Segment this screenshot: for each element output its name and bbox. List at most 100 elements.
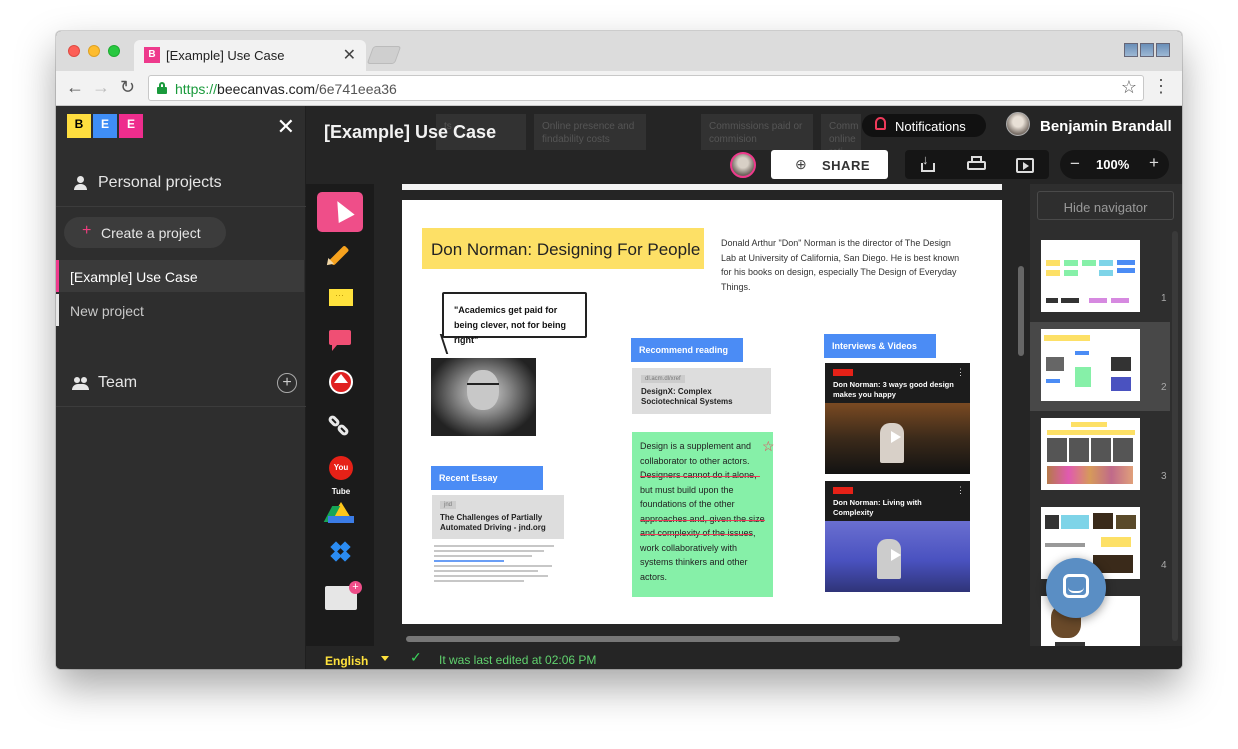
forward-arrow-icon[interactable]: → xyxy=(92,77,110,98)
profile-icons[interactable] xyxy=(1124,43,1170,57)
browser-menu-icon[interactable]: ⋮ xyxy=(1152,76,1170,97)
video-card[interactable]: ⋮ Don Norman: Living with Complexity xyxy=(825,481,970,592)
sticky-note-tool[interactable] xyxy=(317,278,363,318)
essay-link-card[interactable]: jnd The Challenges of Partially Automate… xyxy=(432,495,564,587)
sidebar-item-example-use-case[interactable]: [Example] Use Case xyxy=(56,260,304,292)
personal-projects-label: Personal projects xyxy=(98,174,222,191)
sticky-note-icon xyxy=(329,289,353,306)
designx-link-card[interactable]: dl.acm.dl/xref DesignX: Complex Sociotec… xyxy=(632,368,771,414)
page-thumbnail-1[interactable]: 1 xyxy=(1030,233,1170,322)
personal-projects-section[interactable]: Personal projects xyxy=(56,161,306,207)
more-options-icon[interactable]: ⋮ xyxy=(956,367,965,378)
link-title: The Challenges of Partially Automated Dr… xyxy=(440,513,546,532)
title-sticky[interactable]: Don Norman: Designing For People xyxy=(422,228,704,269)
quote-text: "Academics get paid for being clever, no… xyxy=(454,305,567,345)
play-icon[interactable] xyxy=(891,431,901,443)
page-thumbnail-3[interactable]: 3 xyxy=(1030,411,1170,500)
google-drive-tool[interactable] xyxy=(317,492,363,532)
share-button[interactable]: ⊕ SHARE xyxy=(771,150,888,179)
sidebar-close-icon[interactable]: ✕ xyxy=(277,114,295,140)
user-avatar[interactable] xyxy=(1006,112,1030,136)
browser-titlebar: B [Example] Use Case ✕ xyxy=(56,31,1182,71)
recent-essay-tag[interactable]: Recent Essay xyxy=(431,466,543,490)
url-path: /6e741eea36 xyxy=(315,81,397,97)
team-icon xyxy=(72,375,89,391)
create-project-button[interactable]: + Create a project xyxy=(64,217,226,248)
page-thumbnail-2[interactable]: 2 xyxy=(1030,322,1170,411)
browser-tab[interactable]: B [Example] Use Case ✕ xyxy=(134,40,366,71)
add-person-icon: ⊕ xyxy=(795,156,807,172)
pencil-tool[interactable] xyxy=(317,236,363,276)
team-label: Team xyxy=(98,374,138,391)
board[interactable]: Don Norman: Designing For People Donald … xyxy=(402,200,1002,624)
notifications-button[interactable]: Notifications xyxy=(862,114,986,137)
quote-bubble[interactable]: "Academics get paid for being clever, no… xyxy=(442,292,587,345)
portrait-image[interactable] xyxy=(431,358,536,436)
canvas[interactable]: Don Norman: Designing For People Donald … xyxy=(374,184,1030,646)
board-title: Don Norman: Designing For People xyxy=(431,240,701,259)
cursor-icon xyxy=(329,196,355,224)
description-text[interactable]: Donald Arthur "Don" Norman is the direct… xyxy=(721,236,965,294)
link-source: jnd xyxy=(440,501,457,509)
window-zoom-dot[interactable] xyxy=(108,45,120,57)
play-icon[interactable] xyxy=(891,549,901,561)
chat-icon xyxy=(1063,574,1089,598)
collaborator-avatar[interactable] xyxy=(730,152,756,178)
back-arrow-icon[interactable]: ← xyxy=(66,77,84,98)
folder-tool[interactable]: + xyxy=(317,576,363,616)
green-sticky-note[interactable]: Design is a supplement and collaborator … xyxy=(632,432,773,597)
presentation-icon[interactable] xyxy=(1012,154,1038,176)
logo-letter-b: B xyxy=(67,114,91,138)
add-team-icon[interactable]: + xyxy=(277,373,297,393)
new-tab-button[interactable] xyxy=(366,46,402,64)
share-label: SHARE xyxy=(822,158,871,173)
beecanvas-logo[interactable]: B E E xyxy=(67,114,143,138)
youtube-badge-icon xyxy=(833,369,853,376)
youtube-tool[interactable]: You Tube xyxy=(317,448,363,496)
logo-letter-e2: E xyxy=(119,114,143,138)
url-text[interactable]: https://beecanvas.com/6e741eea36 xyxy=(175,81,397,97)
language-selector[interactable]: English xyxy=(325,654,368,668)
tab-close-icon[interactable]: ✕ xyxy=(343,45,356,65)
zoom-out-button[interactable]: − xyxy=(1070,154,1080,174)
link-tool[interactable] xyxy=(317,406,363,446)
window-minimize-dot[interactable] xyxy=(88,45,100,57)
horizontal-scrollbar[interactable] xyxy=(406,636,900,642)
project-label: [Example] Use Case xyxy=(70,269,198,285)
document-title[interactable]: [Example] Use Case xyxy=(324,122,496,143)
page-number: 1 xyxy=(1161,293,1167,304)
comment-tool[interactable] xyxy=(317,320,363,360)
upload-tool[interactable] xyxy=(317,362,363,402)
vertical-scrollbar[interactable] xyxy=(1018,266,1024,356)
chevron-down-icon[interactable] xyxy=(381,656,389,661)
download-icon[interactable]: ↓ xyxy=(916,152,942,176)
page-number: 4 xyxy=(1161,560,1167,571)
interviews-videos-tag[interactable]: Interviews & Videos xyxy=(824,334,936,358)
bookmark-star-icon[interactable]: ☆ xyxy=(1121,77,1137,98)
favicon-icon: B xyxy=(144,47,160,63)
navigator-scrollbar[interactable] xyxy=(1172,231,1178,641)
zoom-in-button[interactable]: + xyxy=(1149,153,1159,173)
print-icon[interactable] xyxy=(964,154,990,176)
chat-support-button[interactable] xyxy=(1046,558,1106,618)
hide-navigator-button[interactable]: Hide navigator xyxy=(1037,191,1174,220)
check-icon: ✓ xyxy=(410,649,422,665)
window-close-dot[interactable] xyxy=(68,45,80,57)
background-card: Comm online rati xyxy=(821,114,861,158)
thumbnail-image xyxy=(1041,240,1140,312)
user-name[interactable]: Benjamin Brandall xyxy=(1040,118,1172,135)
video-card[interactable]: ⋮ Don Norman: 3 ways good design makes y… xyxy=(825,363,970,474)
project-label: New project xyxy=(70,303,144,319)
reload-icon[interactable]: ↻ xyxy=(120,77,135,98)
more-options-icon[interactable]: ⋮ xyxy=(956,485,965,496)
canvas-header: ts Online presence and findability costs… xyxy=(306,106,1182,184)
zoom-level: 100% xyxy=(1096,157,1130,172)
select-tool[interactable] xyxy=(317,192,363,232)
page-number: 2 xyxy=(1161,382,1167,393)
recommend-reading-tag[interactable]: Recommend reading xyxy=(631,338,743,362)
dropbox-tool[interactable] xyxy=(317,532,363,572)
sidebar-item-new-project[interactable]: New project xyxy=(56,294,304,326)
address-bar[interactable]: https://beecanvas.com/6e741eea36 ☆ xyxy=(148,75,1144,101)
team-section[interactable]: Team + xyxy=(56,361,306,407)
page-number: 3 xyxy=(1161,471,1167,482)
